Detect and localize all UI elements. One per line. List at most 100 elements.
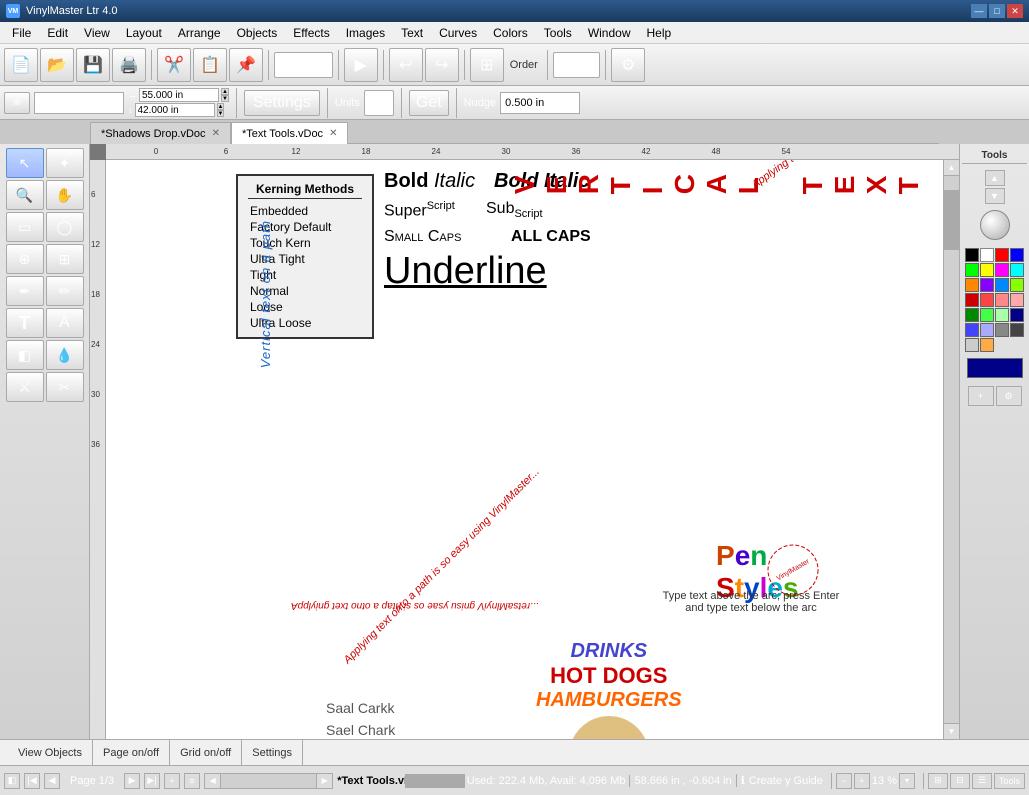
position-icon[interactable]: ⊕ (4, 92, 30, 114)
tools-panel-btn[interactable]: Tools (994, 773, 1025, 789)
new-button[interactable]: 📄 (4, 48, 38, 82)
menu-effects[interactable]: Effects (285, 22, 337, 43)
menu-layout[interactable]: Layout (118, 22, 170, 43)
bottom-left-icon[interactable]: ◧ (4, 773, 20, 789)
nudge-input[interactable] (500, 92, 580, 114)
menu-help[interactable]: Help (639, 22, 680, 43)
color-light-blue[interactable] (965, 323, 979, 337)
page-prev[interactable]: ◀ (44, 773, 60, 789)
panel-btn-3[interactable]: ☰ (972, 773, 992, 789)
tab-shadows-close[interactable]: ✕ (212, 128, 220, 139)
snap-dropdown[interactable]: Snap ▾ (553, 52, 600, 78)
color-dark-gray[interactable] (1010, 323, 1024, 337)
panel-btn-1[interactable]: ⊞ (928, 773, 948, 789)
pencil-tool[interactable]: ✏ (46, 276, 84, 306)
menu-text[interactable]: Text (393, 22, 431, 43)
scroll-thumb-horizontal[interactable] (405, 774, 465, 788)
width-down[interactable]: ▼ (221, 95, 229, 102)
height-input[interactable] (135, 103, 215, 117)
zoom-dropdown[interactable]: ▾ (899, 773, 915, 789)
color-white[interactable] (980, 248, 994, 262)
menu-edit[interactable]: Edit (39, 22, 76, 43)
panel-scroll-down[interactable]: ▼ (985, 188, 1005, 204)
minimize-button[interactable]: — (971, 4, 987, 18)
text2-tool[interactable]: A (46, 308, 84, 338)
page-add[interactable]: + (164, 773, 180, 789)
color-light-pink[interactable] (1010, 293, 1024, 307)
menu-colors[interactable]: Colors (485, 22, 536, 43)
color-gray[interactable] (995, 323, 1009, 337)
knife-tool[interactable]: ⚔ (6, 372, 44, 402)
color-orange[interactable] (965, 278, 979, 292)
save-button[interactable]: 💾 (76, 48, 110, 82)
add-color-button[interactable]: + (968, 386, 994, 406)
maximize-button[interactable]: □ (989, 4, 1005, 18)
eyedrop-tool[interactable]: 💧 (46, 340, 84, 370)
undo-button[interactable]: ↩ (389, 48, 423, 82)
color-light-red[interactable] (980, 293, 994, 307)
redo-button[interactable]: ↪ (425, 48, 459, 82)
color-light-gray[interactable] (965, 338, 979, 352)
width-up[interactable]: ▲ (221, 88, 229, 95)
ellipse-tool[interactable]: ◯ (46, 212, 84, 242)
text-tool[interactable]: T (6, 308, 44, 338)
knife-button[interactable]: ⚙ (611, 48, 645, 82)
scroll-thumb-vertical[interactable] (944, 190, 959, 250)
scroll-down-button[interactable]: ▼ (944, 723, 959, 739)
grid-on-off-btn[interactable]: Grid on/off (170, 740, 242, 765)
select-tool[interactable]: ↖ (6, 148, 44, 178)
get-button[interactable]: Get (409, 90, 449, 116)
weld2-tool[interactable]: ⊞ (46, 244, 84, 274)
panel-btn-2[interactable]: ⊟ (950, 773, 970, 789)
tab-text-tools[interactable]: *Text Tools.vDoc ✕ (231, 122, 349, 144)
paste-button[interactable]: 📌 (229, 48, 263, 82)
open-button[interactable]: 📂 (40, 48, 74, 82)
menu-view[interactable]: View (76, 22, 118, 43)
menu-window[interactable]: Window (580, 22, 639, 43)
units-dropdown[interactable]: In▾ (364, 90, 394, 116)
color-dark-red[interactable] (965, 293, 979, 307)
color-cyan[interactable] (1010, 263, 1024, 277)
pan-tool[interactable]: ✋ (46, 180, 84, 210)
menu-arrange[interactable]: Arrange (170, 22, 229, 43)
vertical-scrollbar[interactable]: ▲ ▼ (943, 160, 959, 739)
color-dark-green[interactable] (965, 308, 979, 322)
plugins-dropdown[interactable]: Plugins ▾ (274, 52, 333, 78)
menu-file[interactable]: File (4, 22, 39, 43)
page-prev-prev[interactable]: |◀ (24, 773, 40, 789)
menu-images[interactable]: Images (338, 22, 393, 43)
color-palette[interactable] (965, 248, 1024, 352)
height-down[interactable]: ▼ (217, 110, 225, 117)
copy-button[interactable]: 📋 (193, 48, 227, 82)
fill-tool[interactable]: ◧ (6, 340, 44, 370)
color-violet[interactable] (980, 278, 994, 292)
page-on-off-btn[interactable]: Page on/off (93, 740, 170, 765)
scroll-left-button[interactable]: ◀ (205, 774, 221, 788)
color-peach[interactable] (980, 338, 994, 352)
page-next-next[interactable]: ▶| (144, 773, 160, 789)
scroll-right-button[interactable]: ▶ (316, 774, 332, 788)
color-light-green[interactable] (980, 308, 994, 322)
page-list[interactable]: ≡ (184, 773, 200, 789)
color-pale-blue[interactable] (980, 323, 994, 337)
color-green[interactable] (965, 263, 979, 277)
color-dark-blue[interactable] (1010, 308, 1024, 322)
color-navy-wide[interactable] (967, 358, 1023, 378)
horizontal-scrollbar[interactable]: ◀ ▶ (204, 773, 333, 789)
color-red[interactable] (995, 248, 1009, 262)
page-next[interactable]: ▶ (124, 773, 140, 789)
play-button[interactable]: ▶ (344, 48, 378, 82)
menu-objects[interactable]: Objects (229, 22, 286, 43)
cut-button[interactable]: ✂️ (157, 48, 191, 82)
color-blue[interactable] (1010, 248, 1024, 262)
scroll-up-button[interactable]: ▲ (944, 160, 959, 176)
zoom-in-button[interactable]: + (854, 773, 870, 789)
close-button[interactable]: ✕ (1007, 4, 1023, 18)
color-yellow[interactable] (980, 263, 994, 277)
menu-tools[interactable]: Tools (536, 22, 580, 43)
view-objects-btn[interactable]: View Objects (8, 740, 93, 765)
node-tool[interactable]: ✦ (46, 148, 84, 178)
tab-text-tools-close[interactable]: ✕ (329, 128, 337, 139)
color-sky[interactable] (995, 278, 1009, 292)
zoom-out-button[interactable]: − (836, 773, 852, 789)
